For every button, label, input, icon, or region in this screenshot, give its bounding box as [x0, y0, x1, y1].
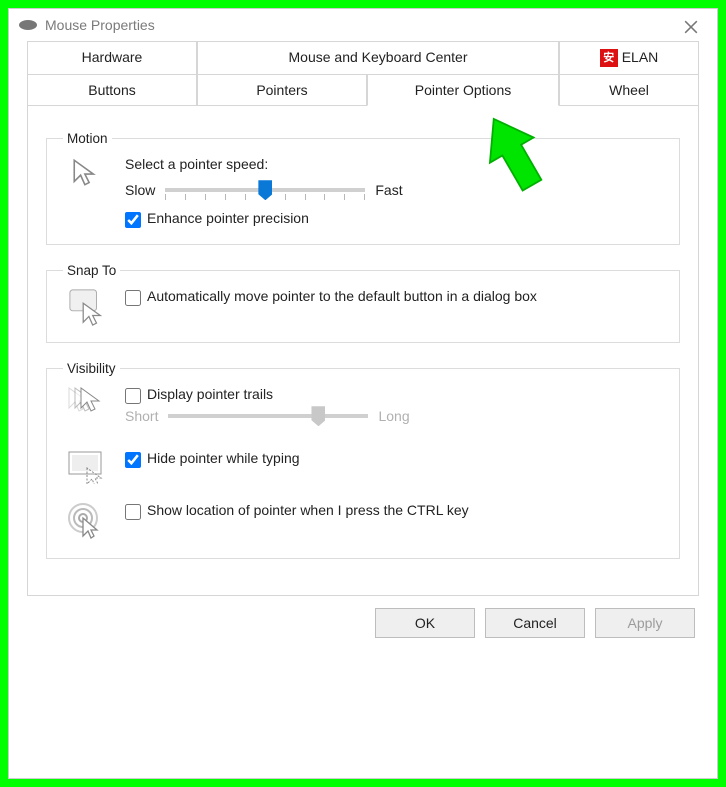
window-title: Mouse Properties	[45, 17, 155, 33]
trails-slider-thumb	[311, 406, 325, 426]
elan-icon: 安	[600, 49, 618, 67]
pointer-options-panel: Motion Select a pointer speed: Slow	[27, 105, 699, 596]
snap-to-checkbox[interactable]: Automatically move pointer to the defaul…	[125, 288, 663, 306]
tab-buttons[interactable]: Buttons	[27, 74, 197, 106]
tab-pointers[interactable]: Pointers	[197, 74, 367, 106]
ctrl-locate-icon	[63, 502, 111, 542]
mouse-properties-window: Mouse Properties Hardware Mouse and Keyb…	[8, 8, 718, 779]
cancel-button[interactable]: Cancel	[485, 608, 585, 638]
motion-legend: Motion	[63, 131, 112, 146]
pointer-speed-slider[interactable]: Slow Fast	[125, 182, 663, 198]
speed-label: Select a pointer speed:	[125, 156, 663, 172]
tab-hardware[interactable]: Hardware	[27, 41, 197, 75]
ctrl-locate-checkbox[interactable]: Show location of pointer when I press th…	[125, 502, 663, 520]
pointer-speed-icon	[63, 156, 111, 190]
pointer-trails-icon	[63, 386, 111, 420]
close-icon	[684, 20, 698, 34]
tab-strip: Hardware Mouse and Keyboard Center 安ELAN…	[9, 41, 717, 596]
hide-while-typing-checkbox[interactable]: Hide pointer while typing	[125, 450, 663, 468]
long-label: Long	[378, 408, 409, 424]
pointer-trails-input[interactable]	[125, 388, 141, 404]
dialog-footer: OK Cancel Apply	[9, 596, 717, 644]
close-button[interactable]	[675, 15, 707, 39]
snap-legend: Snap To	[63, 263, 120, 278]
visibility-legend: Visibility	[63, 361, 120, 376]
apply-button: Apply	[595, 608, 695, 638]
slider-track[interactable]	[165, 188, 365, 192]
snap-to-icon	[63, 288, 111, 326]
hide-typing-icon	[63, 450, 111, 484]
pointer-trails-checkbox[interactable]: Display pointer trails	[125, 386, 663, 404]
snap-to-input[interactable]	[125, 290, 141, 306]
ctrl-locate-input[interactable]	[125, 504, 141, 520]
enhance-precision-input[interactable]	[125, 212, 141, 228]
motion-group: Motion Select a pointer speed: Slow	[46, 131, 680, 245]
titlebar: Mouse Properties	[9, 9, 717, 41]
fast-label: Fast	[375, 182, 402, 198]
visibility-group: Visibility Display pointer trails	[46, 361, 680, 559]
tab-elan[interactable]: 安ELAN	[559, 41, 699, 75]
hide-while-typing-input[interactable]	[125, 452, 141, 468]
ok-button[interactable]: OK	[375, 608, 475, 638]
tab-wheel[interactable]: Wheel	[559, 74, 699, 106]
tab-mouse-keyboard-center[interactable]: Mouse and Keyboard Center	[197, 41, 559, 75]
trails-length-slider: Short Long	[125, 408, 663, 424]
snap-to-group: Snap To Automatically move pointer to th…	[46, 263, 680, 343]
slow-label: Slow	[125, 182, 155, 198]
trails-slider-track	[168, 414, 368, 418]
short-label: Short	[125, 408, 158, 424]
mouse-icon	[19, 20, 37, 30]
enhance-precision-checkbox[interactable]: Enhance pointer precision	[125, 210, 663, 228]
tab-pointer-options[interactable]: Pointer Options	[367, 74, 559, 106]
